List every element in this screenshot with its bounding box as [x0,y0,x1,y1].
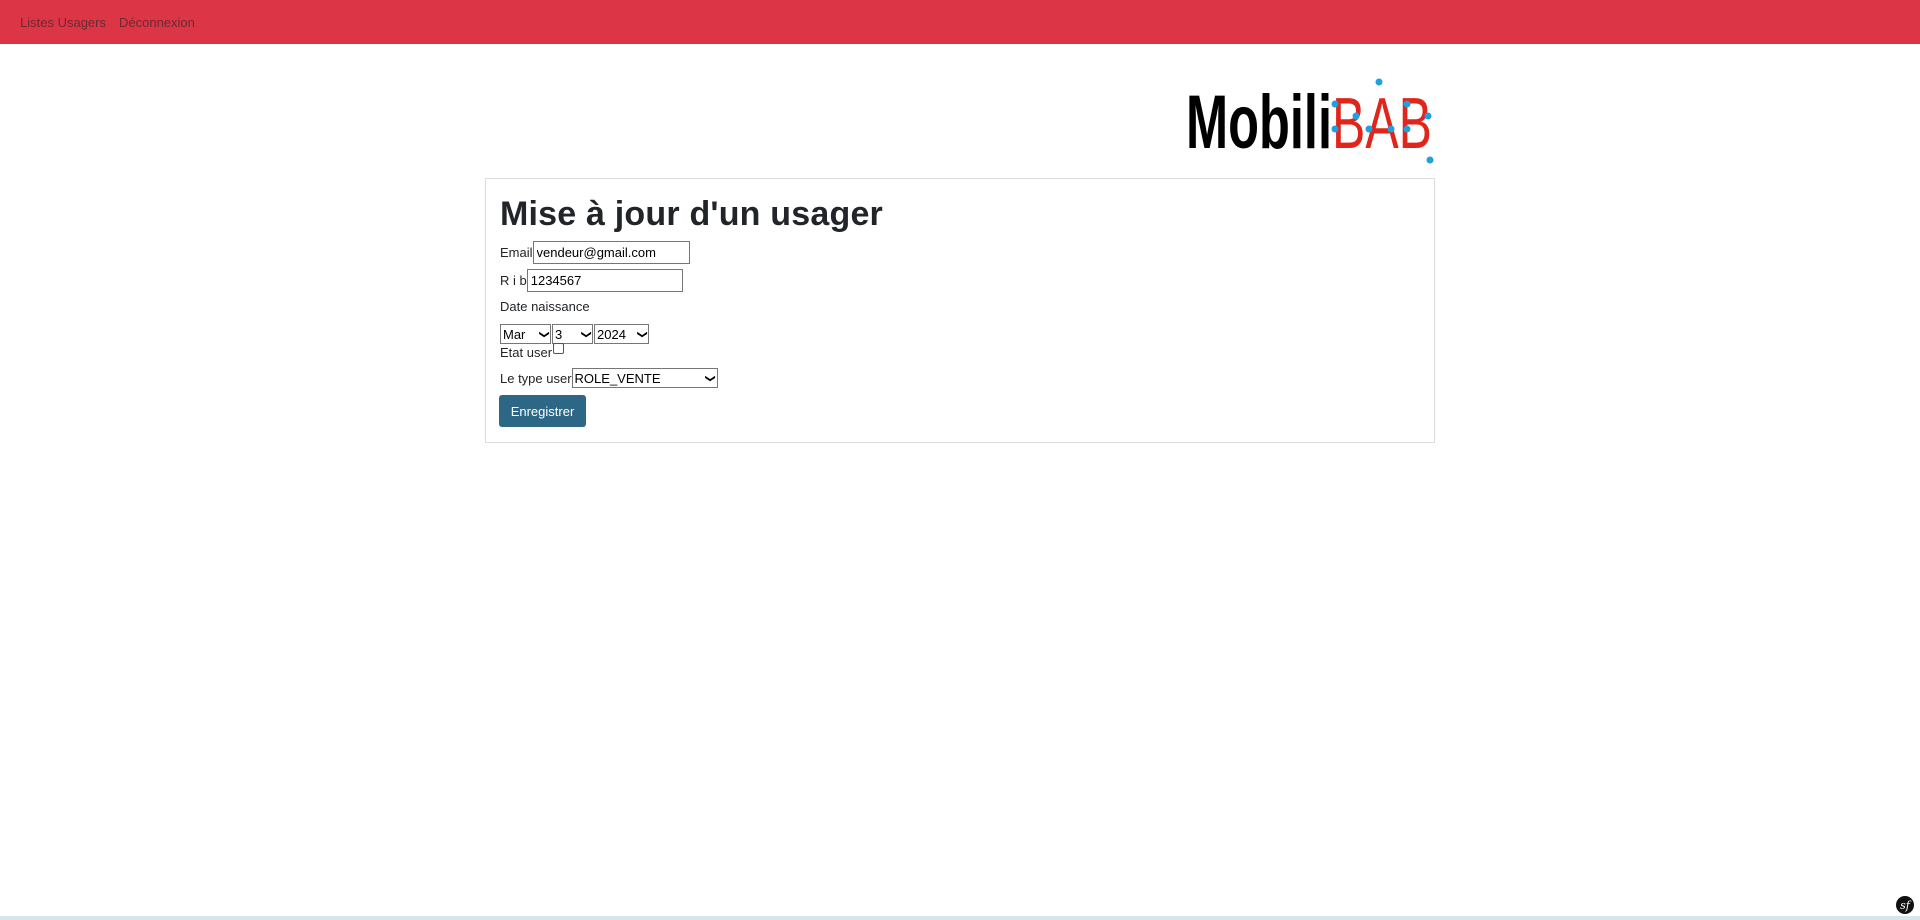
type-row: Le type user ROLE_VENTE ❯ [500,368,719,388]
month-select[interactable]: Mar ❯ [500,324,551,344]
chevron-down-icon: ❯ [704,373,716,383]
type-user-select[interactable]: ROLE_VENTE ❯ [571,368,718,388]
rib-label: R i b [500,273,527,288]
chevron-down-icon: ❯ [580,329,592,339]
year-select[interactable]: 2024 ❯ [594,324,649,344]
rib-row: R i b [500,269,683,292]
etat-user-label: Etat user [500,345,553,360]
page-title: Mise à jour d'un usager [500,195,883,233]
chevron-down-icon: ❯ [636,329,648,339]
year-value: 2024 [597,326,626,342]
date-naissance-label: Date naissance [500,299,590,314]
top-navbar: Listes Usagers Déconnexion [0,0,1920,44]
save-button[interactable]: Enregistrer [499,395,586,427]
email-row: Email [500,241,690,264]
date-label-row: Date naissance [500,299,590,314]
type-user-label: Le type user [500,370,572,386]
logo-text-bab: BAB [1332,84,1432,164]
type-user-value: ROLE_VENTE [574,370,661,386]
chevron-down-icon: ❯ [538,329,550,339]
logo-text-mobili: Mobili [1186,80,1332,165]
update-user-card: Mise à jour d'un usager Email R i b Date… [485,178,1435,443]
bottom-bar [0,916,1920,920]
nav-link-listes-usagers[interactable]: Listes Usagers [20,15,106,30]
symfony-toolbar-icon[interactable]: sf [1896,896,1914,914]
month-value: Mar [503,326,526,342]
nav-link-deconnexion[interactable]: Déconnexion [119,15,195,30]
email-label: Email [500,245,533,260]
date-selects-row: Mar ❯ 3 ❯ 2024 ❯ [500,324,650,344]
rib-input[interactable] [526,269,683,292]
email-input[interactable] [532,241,690,264]
etat-row: Etat user [500,343,565,360]
mobilibab-logo: Mobili BAB [1186,78,1434,165]
day-value: 3 [555,326,563,342]
etat-user-checkbox[interactable] [553,343,565,354]
day-select[interactable]: 3 ❯ [552,324,593,344]
